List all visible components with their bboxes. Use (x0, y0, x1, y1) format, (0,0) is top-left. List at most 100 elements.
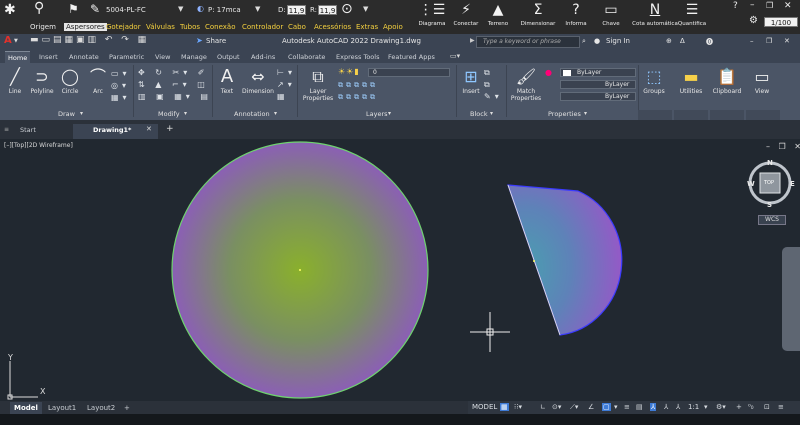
add-layout-icon[interactable]: + (120, 402, 134, 414)
osnap-icon[interactable]: ▢ (602, 403, 611, 411)
tab-insert[interactable]: Insert (36, 51, 61, 63)
lineweight-icon[interactable]: ≡ (624, 403, 630, 411)
sign-in-link[interactable]: Sign In (606, 37, 630, 45)
plugin-tab-apoio[interactable]: Apoio (383, 23, 403, 31)
annotation-panel-title[interactable]: Annotation (234, 110, 270, 118)
polyline-tool[interactable]: ⊃ Polyline (27, 66, 57, 95)
groups-dropdown[interactable] (638, 110, 672, 120)
model-space-toggle[interactable]: MODEL (472, 403, 497, 411)
tab-start[interactable]: Start (0, 124, 78, 139)
layer-properties-tool[interactable]: ⧉ Layer Properties (300, 66, 336, 102)
new-tab-icon[interactable]: + (166, 124, 174, 134)
close-tab-icon[interactable]: ✕ (146, 125, 152, 133)
win-close-icon[interactable]: ✕ (784, 37, 790, 45)
tool-terreno[interactable]: ▲ Terreno (478, 0, 518, 34)
pressure-dropdown-icon[interactable]: ▼ (255, 5, 260, 13)
plugin-tab-valvulas[interactable]: Válvulas (146, 23, 175, 31)
tool-quantifica[interactable]: ☰ Quantifica (672, 0, 712, 34)
draw-small-tools[interactable]: ▭▾ ◎▾ ▦▾ (111, 68, 131, 104)
d-input[interactable]: 11,9 (287, 5, 306, 15)
selector-value[interactable]: 5004-PL-FC (106, 6, 146, 14)
osnap-dropdown-icon[interactable]: ▾ (614, 403, 618, 411)
draw-expand-icon[interactable]: ▾ (80, 110, 83, 117)
scale-combo[interactable]: 1/100 (764, 17, 798, 27)
tool-informa[interactable]: ? Informa (556, 0, 596, 34)
wrench-icon[interactable]: ✎ (90, 2, 100, 16)
match-properties-tool[interactable]: 🖌 Match Properties (508, 66, 544, 102)
annotation-visibility-icon[interactable]: ⅄ (650, 403, 657, 411)
block-expand-icon[interactable]: ▾ (490, 110, 493, 117)
tab-parametric[interactable]: Parametric (106, 51, 147, 63)
layer-combo[interactable]: 0 (368, 68, 450, 77)
tab-express-tools[interactable]: Express Tools (333, 51, 382, 63)
tab-home[interactable]: Home (5, 51, 31, 63)
restore-icon[interactable]: ❐ (766, 1, 773, 10)
tab-featured-apps[interactable]: Featured Apps (385, 51, 438, 63)
view-tool[interactable]: ▭ View (748, 66, 776, 95)
auto-scale-icon[interactable]: ⅄ (664, 403, 668, 411)
win-minimize-icon[interactable]: – (750, 37, 754, 45)
block-panel-title[interactable]: Block (470, 110, 488, 118)
quick-properties-icon[interactable]: ⊡ (764, 403, 770, 411)
annotation-monitor-icon[interactable]: + (736, 403, 742, 411)
timer-icon[interactable]: ⊙ (341, 1, 353, 17)
navigation-bar[interactable] (782, 247, 800, 351)
tab-add-ins[interactable]: Add-ins (248, 51, 278, 63)
grid-icon[interactable]: ▦ (500, 403, 509, 411)
plugin-tab-gotejador[interactable]: Gotejador (106, 23, 141, 31)
tab-model[interactable]: Model (10, 402, 42, 414)
units-icon[interactable]: ⁰₀ (748, 403, 754, 411)
insert-tool[interactable]: ⊞ Insert (460, 66, 482, 95)
layer-state-icons[interactable]: ☀☀▮ (338, 67, 360, 76)
r-input[interactable]: 11,9 (318, 5, 337, 15)
selection-cycling-icon[interactable]: ▤ (636, 403, 643, 411)
cart-icon[interactable]: ⊕ (666, 37, 672, 45)
wcs-menu[interactable]: WCS (758, 215, 786, 225)
view-dropdown[interactable] (746, 110, 780, 120)
annotation-scale-value[interactable]: 1:1 (688, 403, 699, 411)
drawing-viewport[interactable]: [–][Top][2D Wireframe] – ❐ ✕ (0, 139, 800, 401)
quick-access-toolbar[interactable]: ▬▭▤▦▣▥ ↶ ↷ ▦ (30, 35, 149, 45)
modify-panel-title[interactable]: Modify (158, 110, 180, 118)
polar-icon[interactable]: ⊙▾ (552, 403, 561, 411)
compass-west[interactable]: W (747, 180, 755, 188)
selector-dropdown-icon[interactable]: ▼ (178, 5, 183, 13)
hatched-sector[interactable] (507, 184, 623, 336)
ortho-icon[interactable]: ∟ (540, 403, 546, 411)
isodraft-icon[interactable]: ⟋▾ (570, 403, 578, 412)
tab-view[interactable]: View (152, 51, 173, 63)
text-tool[interactable]: A Text (216, 66, 238, 95)
utilities-tool[interactable]: ▬ Utilities (676, 66, 706, 95)
draw-panel-title[interactable]: Draw (58, 110, 75, 118)
share-label[interactable]: Share (206, 37, 226, 45)
share-icon[interactable]: ➤ (196, 36, 203, 45)
tab-layout2[interactable]: Layout2 (83, 402, 119, 414)
layers-panel-title[interactable]: Layers (366, 110, 388, 118)
plugin-tab-conexao[interactable]: Conexão (205, 23, 236, 31)
plugin-tab-extras[interactable]: Extras (356, 23, 378, 31)
flag-icon[interactable]: ⚑ (68, 2, 79, 16)
close-icon[interactable]: ✕ (784, 1, 792, 11)
compass-east[interactable]: E (790, 180, 795, 188)
object-snap-tracking-icon[interactable]: ∠ (588, 403, 594, 411)
timer-dropdown-icon[interactable]: ▼ (363, 5, 368, 13)
search-input[interactable]: Type a keyword or phrase (476, 36, 580, 48)
lineweight-combo[interactable]: ByLayer (560, 92, 636, 101)
circle-tool[interactable]: ◯ Circle (58, 66, 82, 95)
compass-south[interactable]: S (767, 201, 772, 209)
tap-icon[interactable]: ⚲ (34, 0, 44, 16)
tab-collaborate[interactable]: Collaborate (285, 51, 328, 63)
customize-icon[interactable]: ≡ (778, 403, 784, 411)
clipboard-tool[interactable]: 📋 Clipboard (710, 66, 744, 95)
plugin-tab-aspersores[interactable]: Aspersores (64, 23, 107, 31)
line-tool[interactable]: ╱ Line (5, 66, 25, 95)
modify-tools[interactable]: ✥ ↻ ✂▾ ✐ ⇅ ▲ ⌐▾ ◫ ▥ ▣ ▦▾ ▤ (138, 67, 212, 103)
tab-manage[interactable]: Manage (178, 51, 210, 63)
modify-expand-icon[interactable]: ▾ (184, 110, 187, 117)
win-restore-icon[interactable]: ❐ (766, 37, 772, 45)
drawing-canvas[interactable] (0, 139, 800, 401)
workspace-gear-icon[interactable]: ⚙▾ (716, 403, 726, 411)
utilities-dropdown[interactable] (674, 110, 708, 120)
autocad-logo-icon[interactable]: A (4, 35, 12, 46)
ribbon-toggle-icon[interactable]: ▭▾ (450, 52, 460, 60)
